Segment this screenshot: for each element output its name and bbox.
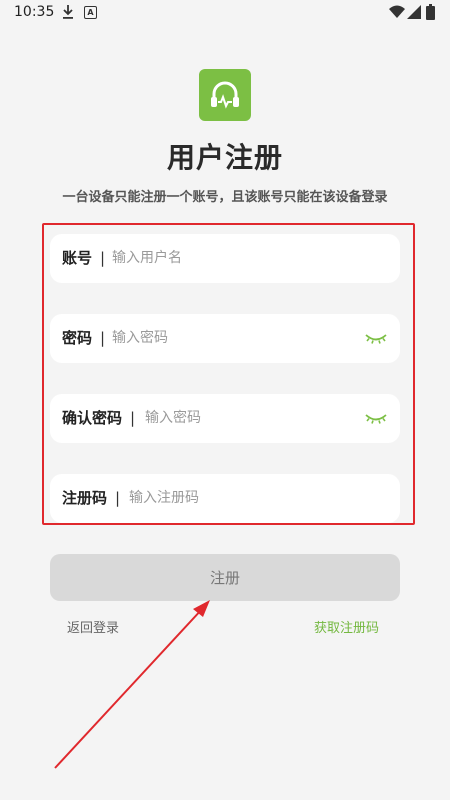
register-button[interactable]: 注册 [50, 554, 400, 601]
username-input[interactable] [112, 247, 382, 269]
register-code-label: 注册码 | [62, 489, 121, 507]
confirm-password-label: 确认密码 | [62, 409, 136, 427]
password-field[interactable]: 密码 | [50, 314, 400, 363]
a-icon: A [84, 6, 97, 19]
eye-closed-icon[interactable] [364, 330, 388, 346]
password-label: 密码 | [62, 329, 106, 347]
app-logo [199, 69, 251, 121]
status-time: 10:35 [14, 4, 55, 20]
status-bar: 10:35 A [0, 0, 450, 26]
page-subtitle: 一台设备只能注册一个账号，且该账号只能在该设备登录 [62, 190, 388, 205]
wifi-icon [389, 5, 405, 18]
headphone-icon [211, 81, 239, 109]
eye-closed-icon[interactable] [364, 410, 388, 426]
username-label: 账号 | [62, 249, 106, 267]
download-icon [63, 5, 73, 19]
register-code-input[interactable] [129, 487, 379, 509]
confirm-password-input[interactable] [145, 407, 345, 429]
battery-icon [426, 4, 435, 20]
register-code-field[interactable]: 注册码 | [50, 474, 400, 523]
password-input[interactable] [112, 327, 342, 349]
back-to-login-link[interactable]: 返回登录 [67, 617, 119, 636]
signal-icon [407, 5, 421, 19]
get-register-code-link[interactable]: 获取注册码 [314, 617, 379, 636]
username-field[interactable]: 账号 | [50, 234, 400, 283]
page-title: 用户注册 [166, 141, 283, 174]
confirm-password-field[interactable]: 确认密码 | [50, 394, 400, 443]
